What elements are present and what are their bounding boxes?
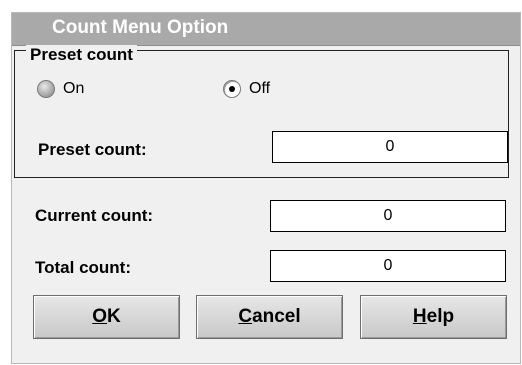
preset-on-radio[interactable]: On [37,79,84,99]
preset-count-group-legend: Preset count [26,45,137,65]
radio-unselected-icon [37,80,55,98]
preset-count-label: Preset count: [38,140,147,159]
preset-off-radio[interactable]: Off [223,79,270,99]
help-mnemonic: H [412,306,427,327]
help-label-rest: elp [426,306,455,327]
cancel-button[interactable]: Cancel [196,295,343,339]
total-count-field[interactable]: 0 [270,250,506,282]
ok-mnemonic: O [92,306,108,327]
ok-button[interactable]: OK [33,295,180,339]
current-count-label: Current count: [35,206,154,225]
title-bar[interactable]: Count Menu Option [12,13,520,46]
preset-off-label: Off [249,80,271,97]
radio-selected-icon [223,80,241,98]
cancel-label-rest: ancel [252,306,301,327]
dialog-title: Count Menu Option [52,17,229,38]
help-button[interactable]: Help [360,295,507,339]
preset-on-label: On [63,80,85,97]
current-count-field[interactable]: 0 [270,200,506,232]
cancel-mnemonic: C [238,306,253,327]
total-count-label: Total count: [35,258,131,277]
preset-count-field[interactable]: 0 [272,131,508,163]
ok-label-rest: K [107,306,121,327]
radio-dot-icon [229,86,235,92]
